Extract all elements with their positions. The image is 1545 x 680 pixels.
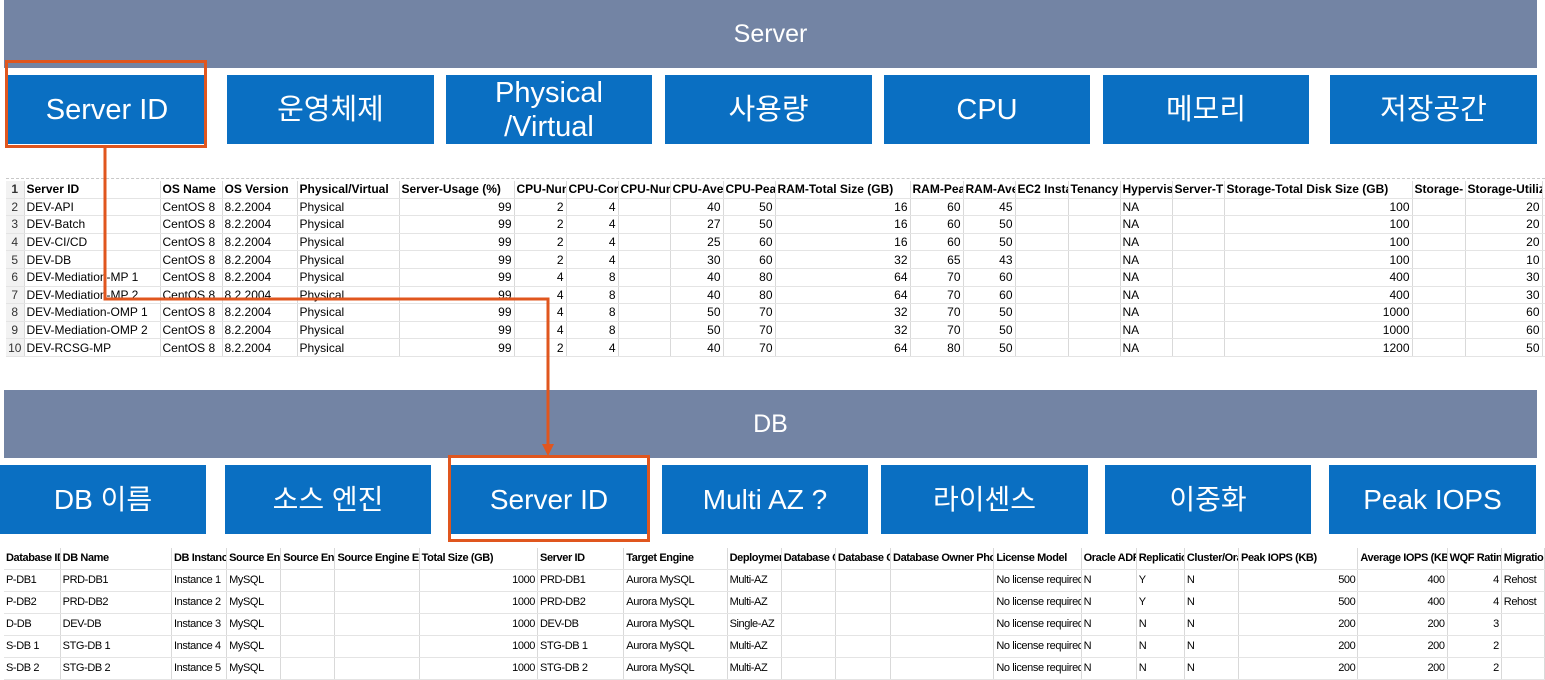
server-id-link-arrow (103, 148, 554, 456)
link-path (103, 148, 550, 448)
link-arrowhead (542, 444, 554, 456)
